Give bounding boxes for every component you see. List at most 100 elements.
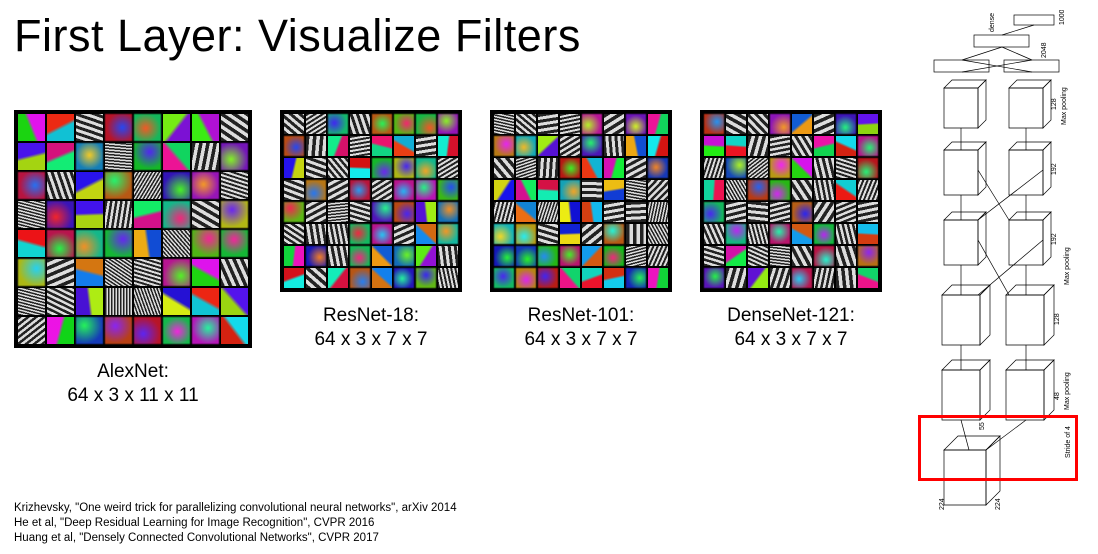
filter-tile xyxy=(560,158,580,178)
filter-tile xyxy=(163,172,190,199)
net-name: ResNet-18: xyxy=(323,305,419,326)
filter-tile xyxy=(582,246,602,266)
filter-tile xyxy=(792,268,812,288)
filter-tile xyxy=(748,224,768,244)
filter-tile xyxy=(306,114,326,134)
label-dense: dense xyxy=(989,13,996,32)
filter-tile xyxy=(538,180,558,200)
filter-tile xyxy=(394,114,414,134)
label-maxpool: Max pooling xyxy=(1064,372,1071,410)
filter-tile xyxy=(163,143,190,170)
filter-tile xyxy=(306,224,326,244)
filter-tile xyxy=(221,143,248,170)
filter-tile xyxy=(328,224,348,244)
filter-tile xyxy=(221,288,248,315)
filter-grids-row: AlexNet: 64 x 3 x 11 x 11 ResNet-18: 64 … xyxy=(14,110,882,408)
filter-tile xyxy=(560,180,580,200)
filter-tile xyxy=(604,180,624,200)
filter-grid-resnet18 xyxy=(280,110,462,292)
filter-tile xyxy=(836,268,856,288)
filter-tile xyxy=(748,114,768,134)
net-shape: 64 x 3 x 11 x 11 xyxy=(67,385,198,406)
filter-tile xyxy=(163,114,190,141)
filter-tile xyxy=(516,158,536,178)
filter-tile xyxy=(538,114,558,134)
caption-alexnet: AlexNet: 64 x 3 x 11 x 11 xyxy=(67,360,198,408)
filter-tile xyxy=(328,180,348,200)
filter-tile xyxy=(18,230,45,257)
filter-tile xyxy=(134,114,161,141)
filter-tile xyxy=(416,180,436,200)
filter-tile xyxy=(704,202,724,222)
filter-tile xyxy=(858,136,878,156)
filter-tile xyxy=(516,268,536,288)
filter-tile xyxy=(76,114,103,141)
filter-tile xyxy=(836,246,856,266)
filter-tile xyxy=(221,114,248,141)
net-shape: 64 x 3 x 7 x 7 xyxy=(524,329,637,350)
filter-tile xyxy=(284,202,304,222)
caption-resnet101: ResNet-101: 64 x 3 x 7 x 7 xyxy=(524,304,637,352)
filter-tile xyxy=(416,268,436,288)
filter-tile xyxy=(328,246,348,266)
filter-tile xyxy=(494,180,514,200)
filter-tile xyxy=(284,268,304,288)
filter-tile xyxy=(726,136,746,156)
filter-tile xyxy=(306,202,326,222)
filter-tile xyxy=(626,158,646,178)
filter-tile xyxy=(814,202,834,222)
filter-tile xyxy=(560,246,580,266)
filter-tile xyxy=(560,224,580,244)
net-name: ResNet-101: xyxy=(528,305,635,326)
filter-tile xyxy=(192,172,219,199)
filter-tile xyxy=(221,259,248,286)
filter-tile xyxy=(192,288,219,315)
filter-tile xyxy=(538,136,558,156)
filter-tile xyxy=(626,202,646,222)
filter-tile xyxy=(770,202,790,222)
filter-tile xyxy=(76,317,103,344)
filter-tile xyxy=(221,317,248,344)
filter-tile xyxy=(626,180,646,200)
filter-tile xyxy=(726,158,746,178)
filter-tile xyxy=(47,259,74,286)
filter-tile xyxy=(438,224,458,244)
filter-tile xyxy=(516,246,536,266)
filter-tile xyxy=(626,246,646,266)
filter-tile xyxy=(372,246,392,266)
filter-tile xyxy=(76,201,103,228)
net-col-resnet18: ResNet-18: 64 x 3 x 7 x 7 xyxy=(280,110,462,352)
net-col-densenet121: DenseNet-121: 64 x 3 x 7 x 7 xyxy=(700,110,882,352)
filter-tile xyxy=(858,114,878,134)
filter-tile xyxy=(372,224,392,244)
caption-resnet18: ResNet-18: 64 x 3 x 7 x 7 xyxy=(314,304,427,352)
filter-tile xyxy=(814,158,834,178)
filter-tile xyxy=(792,158,812,178)
filter-tile xyxy=(416,114,436,134)
filter-tile xyxy=(350,114,370,134)
filter-tile xyxy=(538,246,558,266)
filter-tile xyxy=(704,246,724,266)
filter-tile xyxy=(76,288,103,315)
filter-tile xyxy=(560,268,580,288)
filter-tile xyxy=(18,143,45,170)
filter-tile xyxy=(604,246,624,266)
filter-tile xyxy=(582,136,602,156)
filter-tile xyxy=(516,114,536,134)
filter-tile xyxy=(438,136,458,156)
filter-tile xyxy=(350,268,370,288)
filter-tile xyxy=(350,180,370,200)
filter-tile xyxy=(648,268,668,288)
filter-tile xyxy=(516,136,536,156)
filter-tile xyxy=(394,246,414,266)
filter-tile xyxy=(726,268,746,288)
filter-grid-resnet101 xyxy=(490,110,672,292)
filter-tile xyxy=(604,136,624,156)
references: Krizhevsky, "One weird trick for paralle… xyxy=(14,501,457,546)
filter-tile xyxy=(163,259,190,286)
filter-tile xyxy=(105,201,132,228)
filter-tile xyxy=(582,114,602,134)
filter-tile xyxy=(163,201,190,228)
filter-tile xyxy=(792,136,812,156)
filter-tile xyxy=(748,268,768,288)
